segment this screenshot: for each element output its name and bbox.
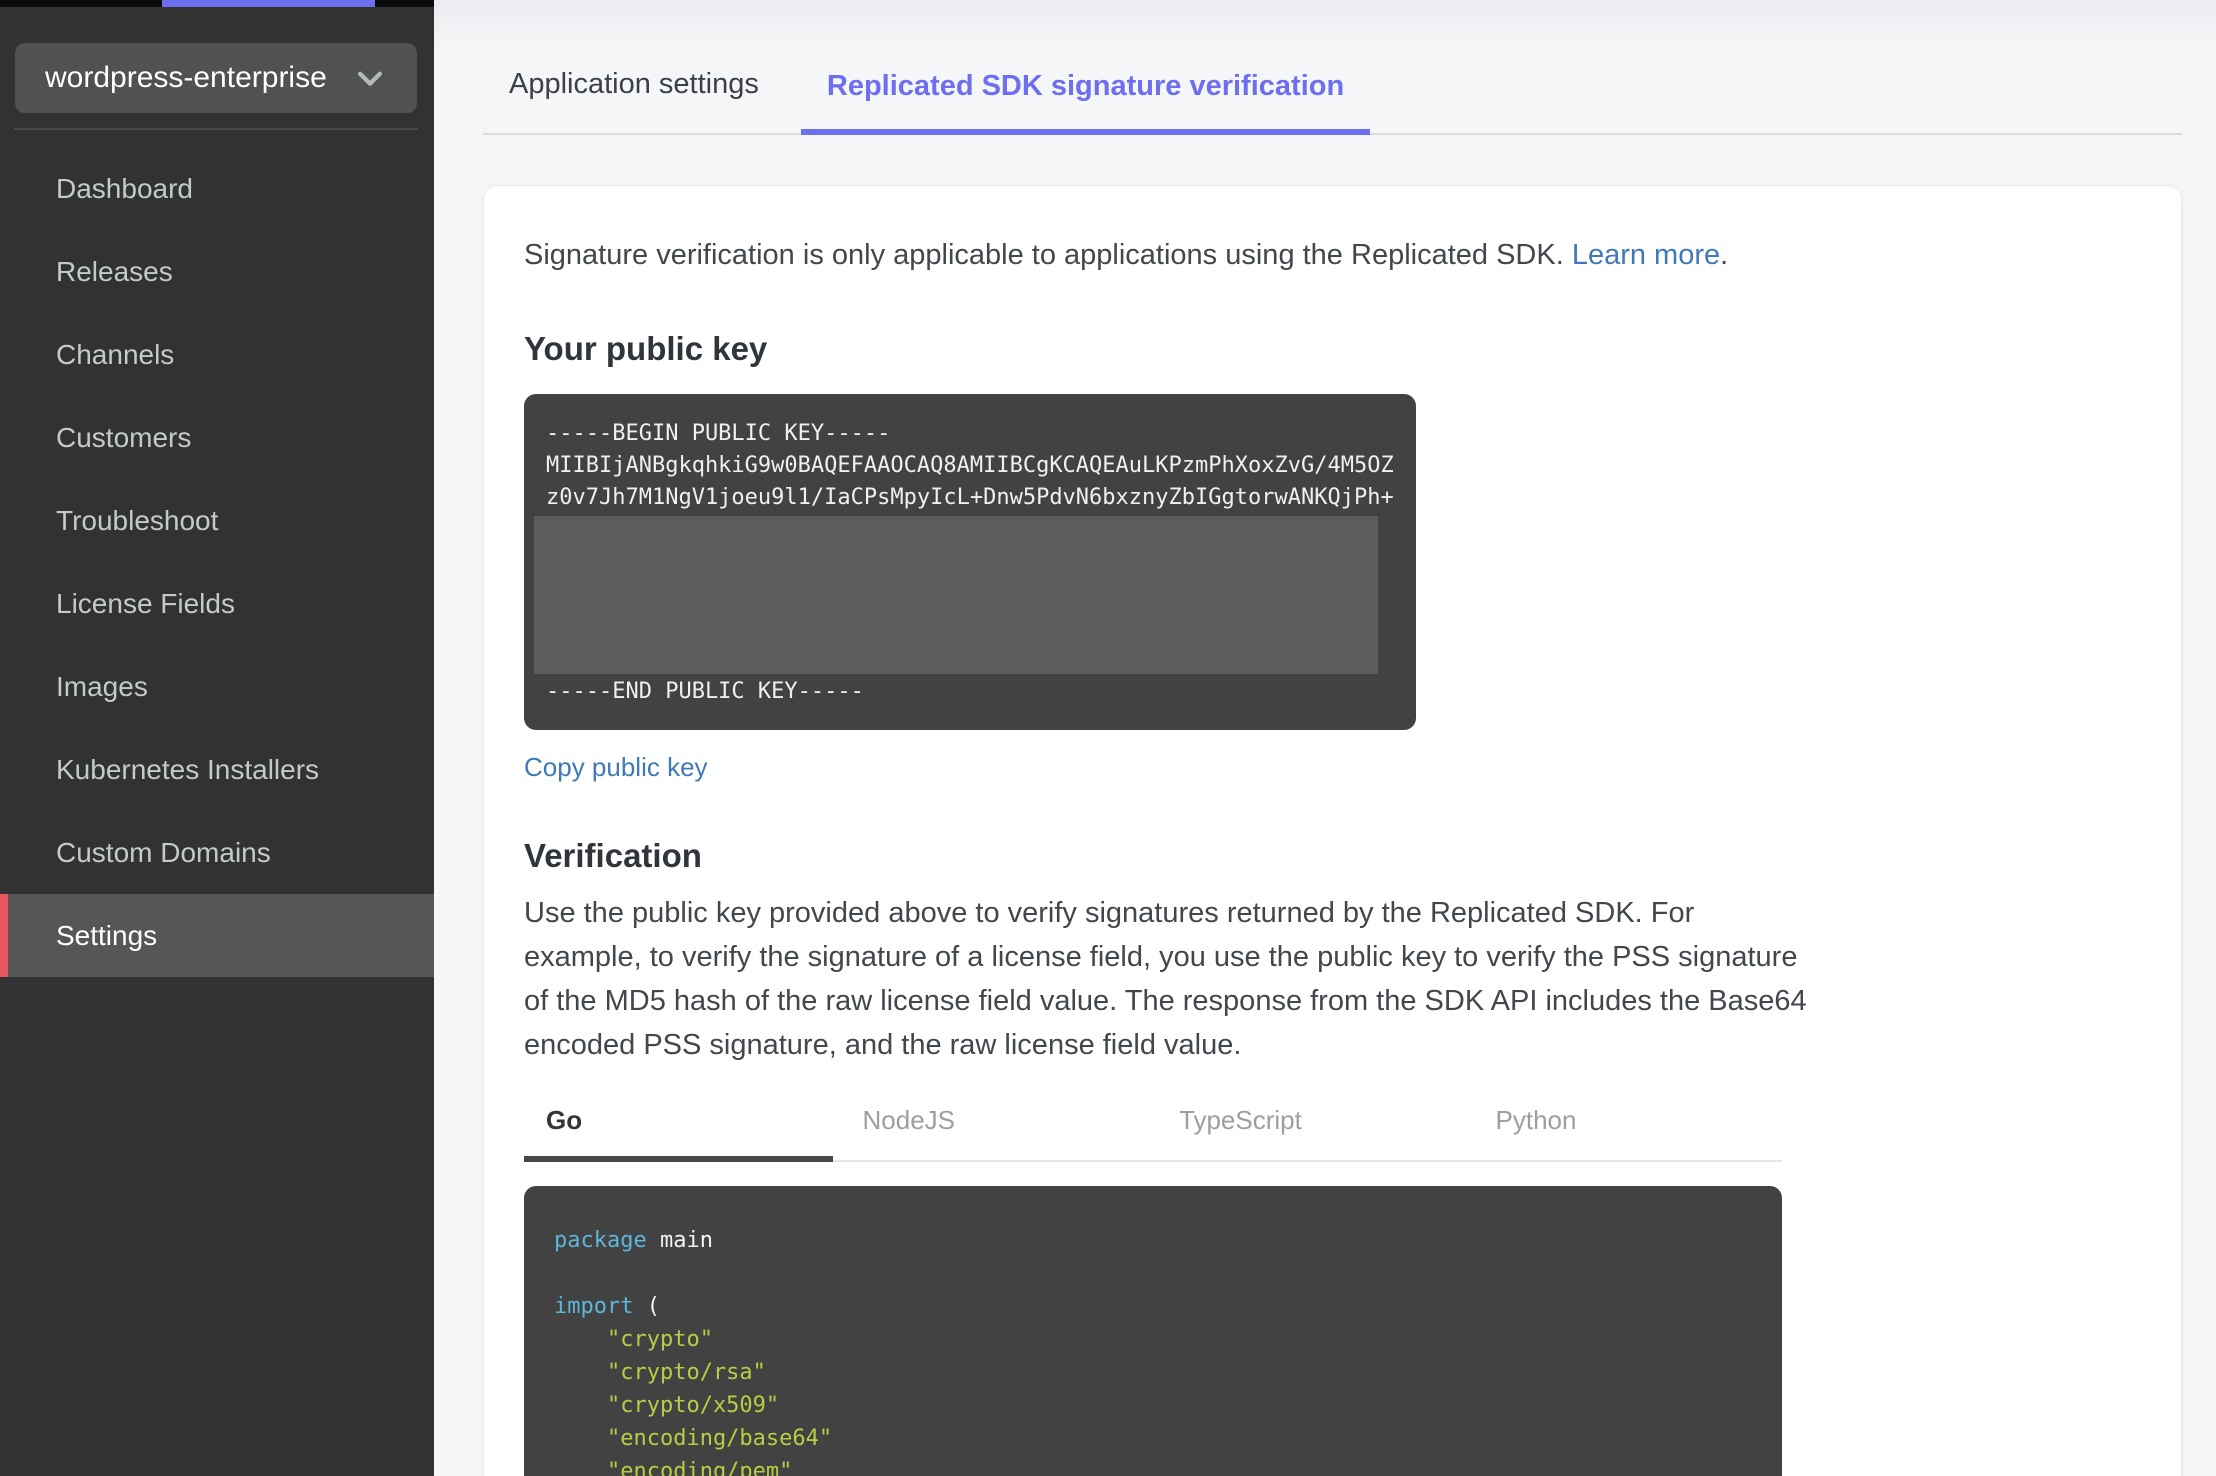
public-key-line: z0v7Jh7M1NgV1joeu9l1/IaCPsMpyIcL+Dnw5Pdv… (546, 485, 1394, 510)
code-string: "encoding/base64" (554, 1426, 833, 1451)
verification-heading: Verification (524, 837, 702, 874)
public-key-line: -----BEGIN PUBLIC KEY----- (546, 421, 891, 446)
sidebar: wordpress-enterprise Dashboard Releases … (0, 0, 434, 1476)
public-key-block: -----BEGIN PUBLIC KEY----- MIIBIjANBgkqh… (524, 394, 1416, 730)
sidebar-item-channels[interactable]: Channels (0, 313, 434, 396)
language-tab-bar: Go NodeJS TypeScript Python (524, 1093, 1782, 1162)
code-line: "crypto" (554, 1323, 1752, 1356)
code-line: import ( (554, 1290, 1752, 1323)
sidebar-item-releases[interactable]: Releases (0, 230, 434, 313)
code-keyword: import (554, 1294, 634, 1319)
intro-text-after: . (1720, 239, 1729, 271)
active-item-accent-bar (0, 894, 8, 977)
app-selector-label: wordpress-enterprise (45, 61, 327, 94)
code-text: main (646, 1228, 713, 1253)
chevron-down-icon (357, 71, 383, 86)
app-selector-dropdown[interactable]: wordpress-enterprise (15, 43, 417, 113)
public-key-heading: Your public key (524, 330, 768, 367)
settings-tab-bar: Application settings Replicated SDK sign… (483, 44, 2182, 135)
main-content: Application settings Replicated SDK sign… (434, 0, 2216, 1476)
sidebar-item-dashboard[interactable]: Dashboard (0, 147, 434, 230)
verification-description: Use the public key provided above to ver… (524, 897, 1807, 1061)
sidebar-nav: Dashboard Releases Channels Customers Tr… (0, 147, 434, 977)
intro-text: Signature verification is only applicabl… (524, 234, 2141, 276)
code-text: ( (633, 1294, 660, 1319)
copy-public-key-link[interactable]: Copy public key (524, 752, 708, 783)
code-keyword: package (554, 1228, 647, 1253)
public-key-line: MIIBIjANBgkqhkiG9w0BAQEFAAOCAQ8AMIIBCgKC… (546, 453, 1394, 478)
intro-text-before: Signature verification is only applicabl… (524, 239, 1572, 271)
top-strip-accent (162, 0, 375, 7)
language-tab-typescript[interactable]: TypeScript (1149, 1093, 1466, 1162)
sidebar-item-troubleshoot[interactable]: Troubleshoot (0, 479, 434, 562)
sidebar-item-kubernetes-installers[interactable]: Kubernetes Installers (0, 728, 434, 811)
code-string: "crypto/rsa" (554, 1360, 766, 1385)
learn-more-link[interactable]: Learn more (1572, 239, 1720, 271)
code-string: "encoding/pem" (554, 1459, 793, 1476)
code-string: "crypto" (554, 1327, 713, 1352)
code-string: "crypto/x509" (554, 1393, 780, 1418)
sidebar-item-settings[interactable]: Settings (0, 894, 434, 977)
language-tab-python[interactable]: Python (1465, 1093, 1782, 1162)
code-line: "crypto/rsa" (554, 1356, 1752, 1389)
code-line: "encoding/pem" (554, 1455, 1752, 1476)
public-key-redacted-area (534, 516, 1378, 674)
sidebar-divider (14, 128, 418, 130)
sidebar-item-images[interactable]: Images (0, 645, 434, 728)
signature-verification-card: Signature verification is only applicabl… (483, 185, 2182, 1476)
language-tab-nodejs[interactable]: NodeJS (832, 1093, 1149, 1162)
sidebar-item-customers[interactable]: Customers (0, 396, 434, 479)
sidebar-item-label: Settings (56, 920, 158, 951)
tab-replicated-sdk-signature-verification[interactable]: Replicated SDK signature verification (800, 46, 1371, 135)
top-strip (0, 0, 434, 7)
go-code-block: package main import ( "crypto" "crypto/r… (524, 1186, 1782, 1476)
code-line: "crypto/x509" (554, 1389, 1752, 1422)
sidebar-item-license-fields[interactable]: License Fields (0, 562, 434, 645)
language-tab-go[interactable]: Go (524, 1093, 833, 1162)
tab-application-settings[interactable]: Application settings (483, 44, 785, 133)
sidebar-item-custom-domains[interactable]: Custom Domains (0, 811, 434, 894)
public-key-line: -----END PUBLIC KEY----- (546, 679, 864, 704)
code-line: "encoding/base64" (554, 1422, 1752, 1455)
code-line: package main (554, 1224, 1752, 1257)
